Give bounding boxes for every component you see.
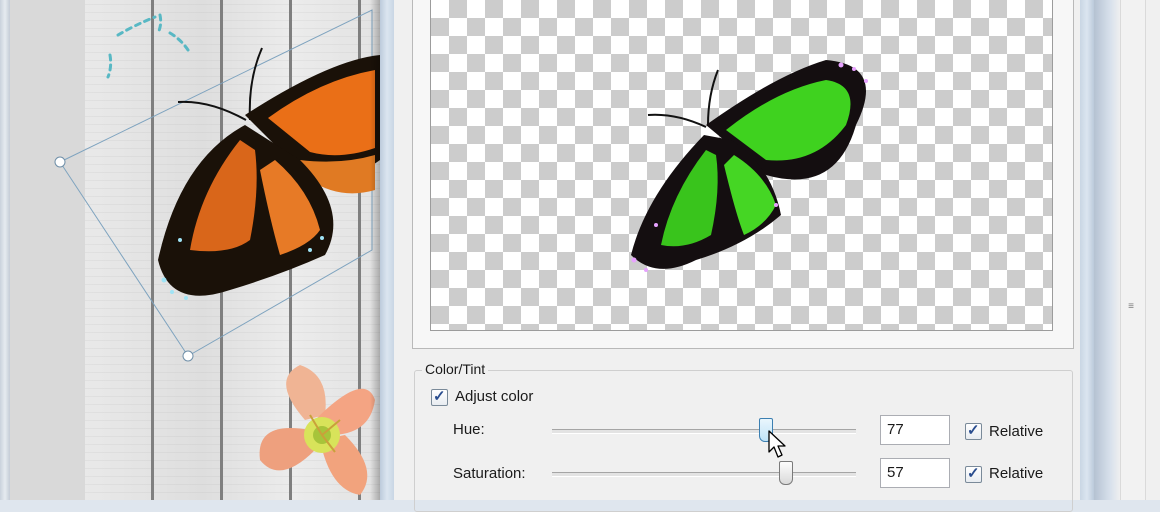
hue-label: Hue: [453, 421, 485, 438]
mouse-pointer-icon [768, 430, 786, 458]
selection-handle [54, 156, 66, 168]
saturation-slider-track[interactable] [552, 472, 856, 477]
side-scroll-strip[interactable] [1120, 0, 1146, 500]
adjust-color-label: Adjust color [455, 388, 534, 405]
resize-grip-icon[interactable]: ≡ [1126, 302, 1136, 312]
selection-handle [182, 350, 194, 362]
saturation-value-input[interactable]: 57 [880, 458, 950, 488]
hue-relative-label: Relative [989, 423, 1044, 440]
saturation-relative-checkbox[interactable] [965, 464, 982, 483]
saturation-relative-label: Relative [989, 465, 1044, 482]
dialog-frame-right [1080, 0, 1094, 500]
hue-relative-checkbox[interactable] [965, 421, 982, 440]
daylily-flower-image[interactable] [250, 360, 380, 500]
preview-canvas [430, 0, 1053, 331]
canvas-panel[interactable] [0, 0, 380, 500]
saturation-slider-thumb[interactable] [779, 461, 793, 485]
hue-value-input[interactable]: 77 [880, 415, 950, 445]
adjust-color-checkbox[interactable] [431, 387, 448, 406]
hue-slider-track[interactable] [552, 429, 856, 434]
color-tint-legend: Color/Tint [422, 361, 489, 377]
panel-shadow [370, 0, 380, 500]
orange-butterfly-image[interactable] [150, 40, 380, 320]
green-butterfly-preview [631, 60, 868, 272]
dialog-frame-left [380, 0, 394, 500]
saturation-label: Saturation: [453, 465, 526, 482]
